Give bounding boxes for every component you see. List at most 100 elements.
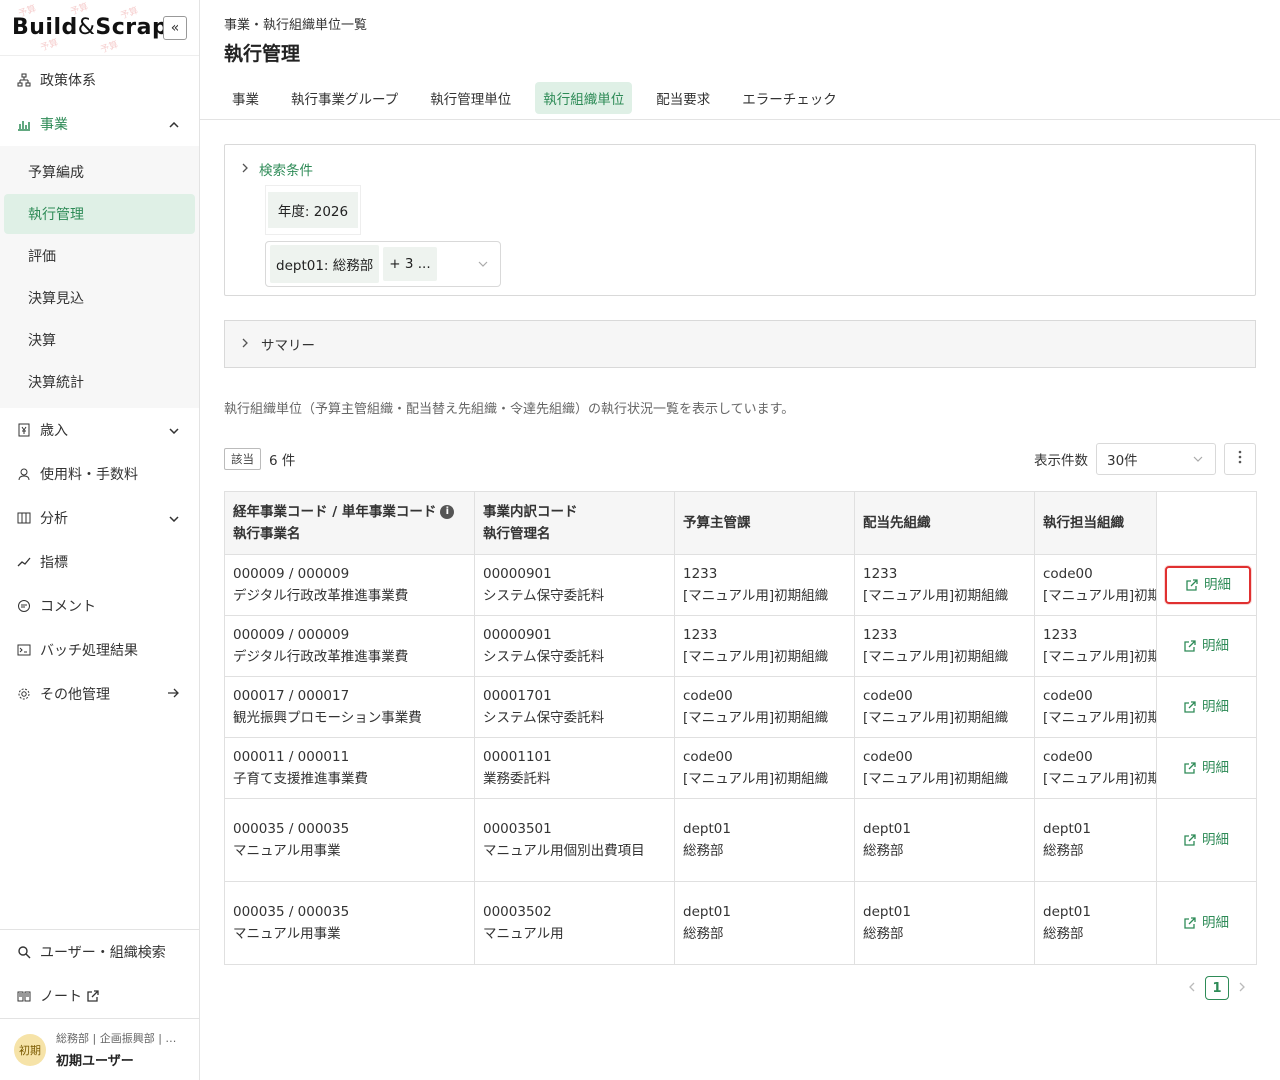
- cell-text: 観光振興プロモーション事業費: [233, 710, 422, 726]
- sidebar-item-batch[interactable]: バッチ処理結果: [0, 628, 199, 672]
- dept-chip[interactable]: dept01: 総務部: [270, 245, 380, 283]
- cell-text: [マニュアル用]初期組織: [863, 710, 1009, 726]
- sidebar-sub-budget[interactable]: 予算編成: [4, 152, 195, 192]
- cell-text: dept01: [683, 821, 731, 837]
- sidebar: 予算 予算 予算 予算 予算 Build&Scrap « 政策体系 事業 予算編…: [0, 0, 200, 1080]
- per-page-select[interactable]: 30件: [1096, 443, 1216, 475]
- next-page-icon[interactable]: [1239, 981, 1246, 996]
- summary-title: サマリー: [261, 338, 315, 354]
- sidebar-item-indicators[interactable]: 指標: [0, 540, 199, 584]
- main-area: 事業・執行組織単位一覧 執行管理 事業 執行事業グループ 執行管理単位 執行組織…: [200, 0, 1280, 1080]
- detail-button[interactable]: 明細: [1165, 906, 1247, 940]
- user-name: 初期ユーザー: [56, 1054, 134, 1069]
- sidebar-item-fees[interactable]: 使用料・手数料: [0, 452, 199, 496]
- sidebar-item-policy[interactable]: 政策体系: [0, 58, 199, 102]
- sidebar-item-analysis[interactable]: 分析: [0, 496, 199, 540]
- cell-text: デジタル行政改革推進事業費: [233, 649, 409, 665]
- table-cell: 000035 / 000035 マニュアル用事業: [224, 881, 475, 965]
- sidebar-bottom: ユーザー・組織検索 ノート 初期 総務部 | 企画振興部 | 子育て支援部 初期…: [0, 929, 199, 1080]
- cell-text: 000009 / 000009: [233, 627, 350, 643]
- detail-button[interactable]: 明細: [1165, 823, 1247, 857]
- tab-allocation-request[interactable]: 配当要求: [648, 82, 718, 114]
- sidebar-item-business[interactable]: 事業: [0, 102, 199, 146]
- header-col2[interactable]: 事業内訳コード 執行管理名: [474, 491, 675, 555]
- pagination: 1: [1178, 976, 1256, 1000]
- prev-page-icon[interactable]: [1188, 981, 1195, 996]
- external-link-icon: [1184, 639, 1196, 652]
- cell-text: 1233: [683, 627, 718, 643]
- tab-bar: 事業 執行事業グループ 執行管理単位 執行組織単位 配当要求 エラーチェック: [224, 82, 1256, 114]
- external-link-icon: [86, 989, 99, 1003]
- search-panel: 検索条件 年度: 2026 dept01: 総務部 + 3 ...: [224, 144, 1256, 296]
- header-col4[interactable]: 配当先組織: [854, 491, 1035, 555]
- external-link-icon: [1184, 700, 1196, 713]
- table-cell: 1233 [マニュアル用]初期組織: [1034, 615, 1157, 677]
- detail-button[interactable]: 明細: [1165, 629, 1247, 663]
- sidebar-sub-settlement[interactable]: 決算: [4, 320, 195, 360]
- cell-text: dept01: [683, 904, 731, 920]
- table-cell: code00 [マニュアル用]初期組織: [674, 737, 855, 799]
- cell-text: 総務部: [683, 843, 724, 859]
- sidebar-item-user-search[interactable]: ユーザー・組織検索: [0, 930, 199, 974]
- sidebar-item-other[interactable]: その他管理: [0, 672, 199, 716]
- chevron-down-icon: [169, 423, 179, 437]
- user-dept: 総務部 | 企画振興部 | 子育て支援部: [56, 1032, 184, 1045]
- info-icon[interactable]: i: [440, 505, 455, 519]
- tab-execution-org-unit[interactable]: 執行組織単位: [535, 82, 633, 114]
- table-cell: dept01 総務部: [1034, 881, 1157, 965]
- table-cell: 000035 / 000035 マニュアル用事業: [224, 798, 475, 882]
- cell-text: 総務部: [863, 843, 904, 859]
- app-logo[interactable]: Build&Scrap: [12, 15, 168, 40]
- tab-error-check[interactable]: エラーチェック: [734, 82, 845, 114]
- cell-text: [マニュアル用]初期組織: [1043, 771, 1156, 787]
- header-col3[interactable]: 予算主管課: [674, 491, 855, 555]
- sidebar-item-revenue[interactable]: 歳入: [0, 408, 199, 452]
- cell-text: [マニュアル用]初期組織: [683, 710, 829, 726]
- cell-text: [マニュアル用]初期組織: [683, 771, 829, 787]
- tab-execution-group[interactable]: 執行事業グループ: [283, 82, 406, 114]
- cell-text: dept01: [863, 821, 911, 837]
- cell-text: 000011 / 000011: [233, 749, 350, 765]
- avatar: 初期: [14, 1033, 46, 1066]
- more-options-button[interactable]: [1224, 443, 1256, 475]
- table-cell: 1233 [マニュアル用]初期組織: [674, 615, 855, 677]
- sidebar-sub-evaluation[interactable]: 評価: [4, 236, 195, 276]
- search-panel-toggle[interactable]: 検索条件: [241, 159, 1239, 179]
- sidebar-sub-execution[interactable]: 執行管理: [4, 194, 195, 234]
- header-actions: [1156, 491, 1257, 555]
- detail-button[interactable]: 明細: [1165, 690, 1247, 724]
- sidebar-item-notes[interactable]: ノート: [0, 974, 199, 1018]
- dept-select[interactable]: dept01: 総務部 + 3 ...: [265, 241, 501, 287]
- detail-button[interactable]: 明細: [1165, 566, 1251, 604]
- more-chip[interactable]: + 3 ...: [383, 247, 437, 281]
- table-cell: 000009 / 000009 デジタル行政改革推進事業費: [224, 615, 475, 677]
- cell-text: code00: [683, 688, 733, 704]
- header-col5[interactable]: 執行担当組織: [1034, 491, 1157, 555]
- table-cell: code00 [マニュアル用]初期組織: [854, 676, 1035, 738]
- detail-button[interactable]: 明細: [1165, 751, 1247, 785]
- sidebar-item-comments[interactable]: コメント: [0, 584, 199, 628]
- page-description: 執行組織単位（予算主管組織・配当替え先組織・令達先組織）の執行状況一覧を表示して…: [224, 402, 795, 417]
- user-profile[interactable]: 初期 総務部 | 企画振興部 | 子育て支援部 初期ユーザー: [0, 1018, 199, 1080]
- arrow-right-icon: [167, 687, 179, 701]
- year-filter[interactable]: 年度: 2026: [265, 185, 361, 235]
- table-row: 000009 / 000009 デジタル行政改革推進事業費 00000901 システム…: [224, 615, 1257, 677]
- sidebar-item-label: コメント: [40, 599, 96, 615]
- cell-text: 00000901: [483, 566, 552, 582]
- summary-panel-toggle[interactable]: サマリー: [224, 320, 1256, 368]
- page-button[interactable]: 1: [1205, 976, 1229, 1000]
- header-col1[interactable]: 経年事業コード / 単年事業コード i 執行事業名: [224, 491, 475, 555]
- table-cell: dept01 総務部: [854, 798, 1035, 882]
- double-chevron-left-icon[interactable]: «: [163, 16, 187, 40]
- sidebar-sub-forecast[interactable]: 決算見込: [4, 278, 195, 318]
- coins-icon: [16, 466, 32, 482]
- table-cell-action: 明細: [1156, 676, 1257, 738]
- chevron-right-icon: [241, 337, 249, 351]
- cell-text: 000009 / 000009: [233, 566, 350, 582]
- cell-text: [マニュアル用]初期組織: [1043, 649, 1156, 665]
- kebab-icon: [1238, 450, 1242, 468]
- table-cell-action: 明細: [1156, 881, 1257, 965]
- tab-business[interactable]: 事業: [224, 82, 267, 114]
- tab-execution-unit[interactable]: 執行管理単位: [422, 82, 519, 114]
- sidebar-sub-statistics[interactable]: 決算統計: [4, 362, 195, 402]
